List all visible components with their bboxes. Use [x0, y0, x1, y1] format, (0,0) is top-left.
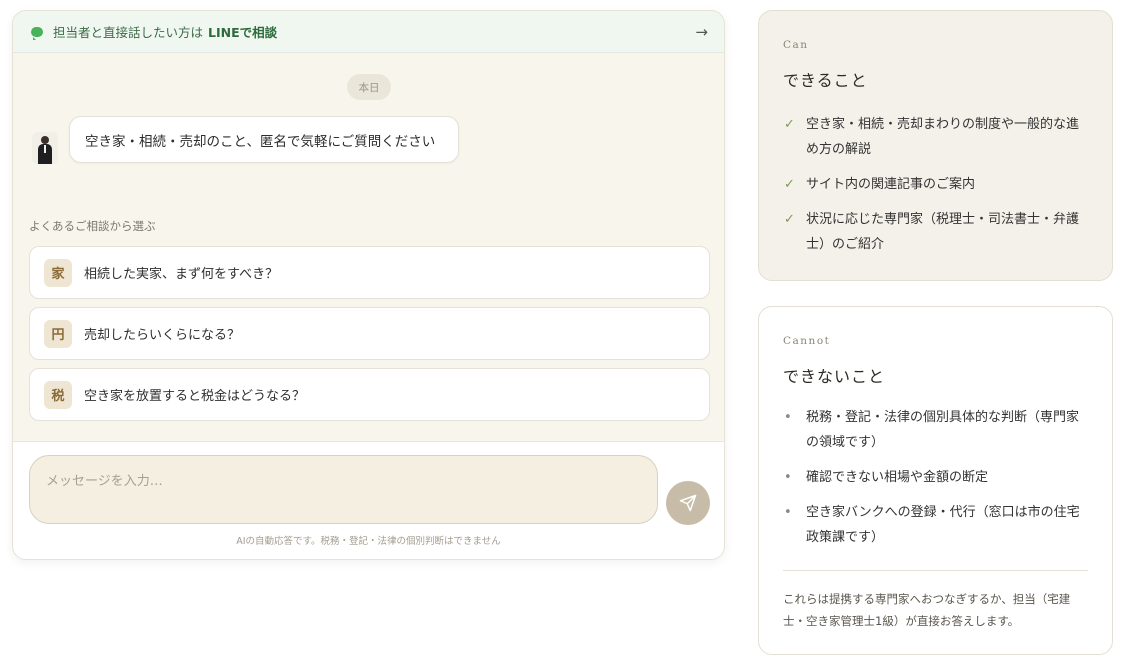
- chat-bubble-icon: [31, 26, 43, 40]
- line-bar-text: 担当者と直接話したい方は: [53, 25, 204, 40]
- faq-item-inheritance[interactable]: 家 相続した実家、まず何をすべき？: [29, 246, 710, 299]
- ai-disclaimer: AIの自動応答です。税務・登記・法律の個別判断はできません: [236, 536, 501, 547]
- faq-item-tax[interactable]: 税 空き家を放置すると税金はどうなる？: [29, 368, 710, 421]
- message-composer: AIの自動応答です。税務・登記・法律の個別判断はできません: [13, 441, 724, 559]
- line-link[interactable]: LINEで相談: [208, 22, 277, 41]
- avatar: [32, 132, 58, 164]
- line-consult-bar[interactable]: 担当者と直接話したい方は LINEで相談 →: [13, 11, 724, 53]
- can-item-text: サイト内の関連記事のご案内: [806, 177, 976, 192]
- bullet-icon: •: [784, 470, 792, 485]
- faq-label: よくあるご相談から選ぶ: [29, 219, 156, 233]
- cannot-list: • 税務・登記・法律の個別具体的な判断（専門家の領域です） • 確認できない相場…: [783, 405, 1088, 560]
- cannot-item-text: 空き家バンクへの登録・代行（窓口は市の住宅政策課です）: [806, 505, 1080, 545]
- check-icon: ✓: [784, 177, 795, 192]
- cannot-title: できないこと: [783, 367, 886, 386]
- can-item-text: 状況に応じた専門家（税理士・司法書士・弁護士）のご紹介: [806, 212, 1080, 252]
- can-item-text: 空き家・相続・売却まわりの制度や一般的な進め方の解説: [806, 117, 1080, 157]
- list-item: ✓ 状況に応じた専門家（税理士・司法書士・弁護士）のご紹介: [783, 207, 1088, 257]
- faq-item-label: 売却したらいくらになる？: [84, 328, 241, 343]
- faq-item-label: 相続した実家、まず何をすべき？: [84, 267, 279, 282]
- bot-message-bubble: 空き家・相続・売却のこと、匿名で気軽にご質問ください: [69, 116, 459, 163]
- list-item: • 税務・登記・法律の個別具体的な判断（専門家の領域です）: [783, 405, 1088, 455]
- faq-item-label: 空き家を放置すると税金はどうなる？: [84, 389, 306, 404]
- list-item: • 空き家バンクへの登録・代行（窓口は市の住宅政策課です）: [783, 500, 1088, 550]
- chat-panel: 担当者と直接話したい方は LINEで相談 → 本日 空き家・相続・売却のこと、匿…: [12, 10, 725, 560]
- can-title: できること: [783, 71, 868, 90]
- cannot-eyebrow: Cannot: [783, 335, 831, 347]
- check-icon: ✓: [784, 212, 795, 227]
- can-card: Can できること ✓ 空き家・相続・売却まわりの制度や一般的な進め方の解説 ✓…: [758, 10, 1113, 281]
- date-chip: 本日: [347, 74, 391, 100]
- divider: [783, 570, 1088, 571]
- bullet-icon: •: [784, 505, 792, 520]
- list-item: ✓ サイト内の関連記事のご案内: [783, 172, 1088, 197]
- paper-plane-icon: [679, 494, 697, 512]
- arrow-right-icon[interactable]: →: [695, 23, 708, 41]
- list-item: • 確認できない相場や金額の断定: [783, 465, 1088, 490]
- send-button[interactable]: [666, 481, 710, 525]
- list-item: ✓ 空き家・相続・売却まわりの制度や一般的な進め方の解説: [783, 112, 1088, 162]
- bullet-icon: •: [784, 410, 792, 425]
- faq-kanji-badge: 円: [44, 319, 72, 348]
- faq-kanji-badge: 税: [44, 380, 72, 409]
- faq-item-sale-price[interactable]: 円 売却したらいくらになる？: [29, 307, 710, 360]
- message-input[interactable]: [29, 455, 658, 524]
- can-eyebrow: Can: [783, 39, 809, 51]
- faq-kanji-badge: 家: [44, 258, 72, 287]
- cannot-item-text: 確認できない相場や金額の断定: [806, 470, 989, 485]
- cannot-item-text: 税務・登記・法律の個別具体的な判断（専門家の領域です）: [806, 410, 1080, 450]
- cannot-card: Cannot できないこと • 税務・登記・法律の個別具体的な判断（専門家の領域…: [758, 306, 1113, 655]
- check-icon: ✓: [784, 117, 795, 132]
- cannot-note: これらは提携する専門家へおつなぎするか、担当（宅建士・空き家管理士1級）が直接お…: [783, 592, 1071, 628]
- can-list: ✓ 空き家・相続・売却まわりの制度や一般的な進め方の解説 ✓ サイト内の関連記事…: [783, 112, 1088, 267]
